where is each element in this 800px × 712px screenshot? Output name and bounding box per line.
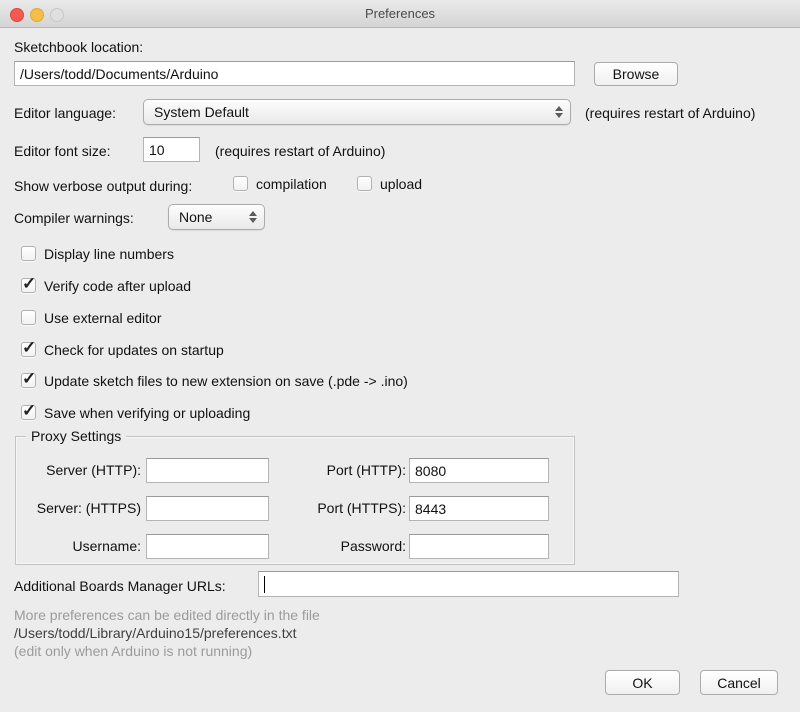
checkbox-display-line-numbers[interactable]: Display line numbers	[21, 246, 174, 262]
preferences-window: Preferences Sketchbook location: Browse …	[0, 0, 800, 712]
ok-button[interactable]: OK	[605, 670, 680, 695]
checkbox-label: Verify code after upload	[44, 278, 191, 294]
port-http-label: Port (HTTP):	[271, 458, 406, 483]
checkbox-check-updates-startup[interactable]: ✓ Check for updates on startup	[21, 342, 224, 358]
checkbox-box[interactable]: ✓	[21, 373, 36, 388]
cancel-button[interactable]: Cancel	[700, 670, 778, 695]
compiler-warnings-select[interactable]: None	[168, 204, 265, 230]
editor-language-label: Editor language:	[14, 105, 116, 121]
checkbox-box[interactable]	[233, 176, 248, 191]
cancel-button-label: Cancel	[717, 675, 761, 691]
checkbox-label: Update sketch files to new extension on …	[44, 373, 408, 389]
proxy-settings-group: Proxy Settings Server (HTTP): Port (HTTP…	[15, 436, 575, 565]
checkbox-update-sketch-extension[interactable]: ✓ Update sketch files to new extension o…	[21, 373, 408, 389]
proxy-settings-legend: Proxy Settings	[26, 428, 126, 444]
port-https-input[interactable]	[409, 496, 549, 521]
text-caret	[264, 576, 265, 593]
boards-manager-urls-input[interactable]	[258, 571, 679, 597]
sketchbook-location-label: Sketchbook location:	[14, 39, 143, 55]
editor-font-size-input[interactable]	[143, 137, 200, 162]
preferences-file-path: /Users/todd/Library/Arduino15/preference…	[14, 625, 296, 641]
language-restart-note: (requires restart of Arduino)	[585, 105, 755, 121]
footer-note-2: (edit only when Arduino is not running)	[14, 643, 252, 659]
checkbox-save-when-verifying[interactable]: ✓ Save when verifying or uploading	[21, 405, 250, 421]
password-input[interactable]	[409, 534, 549, 559]
checkbox-box[interactable]: ✓	[21, 278, 36, 293]
titlebar[interactable]: Preferences	[0, 0, 800, 28]
sketchbook-location-input[interactable]	[14, 61, 575, 86]
checkbox-upload[interactable]: upload	[357, 176, 422, 192]
editor-language-value: System Default	[154, 104, 249, 120]
verbose-output-label: Show verbose output during:	[14, 178, 192, 194]
checkmark-icon: ✓	[22, 402, 36, 419]
username-label: Username:	[16, 534, 141, 559]
font-size-restart-note: (requires restart of Arduino)	[215, 143, 385, 159]
port-https-label: Port (HTTPS):	[271, 496, 406, 521]
checkmark-icon: ✓	[22, 370, 36, 387]
password-label: Password:	[271, 534, 406, 559]
boards-manager-urls-label: Additional Boards Manager URLs:	[14, 578, 226, 594]
browse-button-label: Browse	[613, 66, 660, 82]
checkbox-label: Save when verifying or uploading	[44, 405, 250, 421]
checkbox-box[interactable]	[357, 176, 372, 191]
editor-font-size-label: Editor font size:	[14, 143, 111, 159]
server-http-label: Server (HTTP):	[16, 458, 141, 483]
username-input[interactable]	[146, 534, 269, 559]
checkbox-label: upload	[380, 176, 422, 192]
checkbox-label: Check for updates on startup	[44, 342, 224, 358]
checkbox-box[interactable]: ✓	[21, 342, 36, 357]
server-https-input[interactable]	[146, 496, 269, 521]
compiler-warnings-label: Compiler warnings:	[14, 210, 134, 226]
checkbox-label: compilation	[256, 176, 327, 192]
checkbox-verify-code-after-upload[interactable]: ✓ Verify code after upload	[21, 278, 191, 294]
port-http-input[interactable]	[409, 458, 549, 483]
server-https-label: Server: (HTTPS)	[16, 496, 141, 521]
ok-button-label: OK	[632, 675, 652, 691]
checkmark-icon: ✓	[22, 339, 36, 356]
browse-button[interactable]: Browse	[594, 62, 678, 86]
checkmark-icon: ✓	[22, 275, 36, 292]
compiler-warnings-value: None	[179, 209, 212, 225]
editor-language-select[interactable]: System Default	[143, 99, 571, 125]
checkbox-box[interactable]: ✓	[21, 405, 36, 420]
stepper-icon	[555, 106, 563, 118]
checkbox-use-external-editor[interactable]: Use external editor	[21, 310, 162, 326]
footer-note-1: More preferences can be edited directly …	[14, 607, 320, 623]
checkbox-compilation[interactable]: compilation	[233, 176, 327, 192]
checkbox-box[interactable]	[21, 246, 36, 261]
checkbox-label: Display line numbers	[44, 246, 174, 262]
server-http-input[interactable]	[146, 458, 269, 483]
stepper-icon	[249, 211, 257, 223]
checkbox-label: Use external editor	[44, 310, 162, 326]
checkbox-box[interactable]	[21, 310, 36, 325]
window-title: Preferences	[0, 6, 800, 21]
